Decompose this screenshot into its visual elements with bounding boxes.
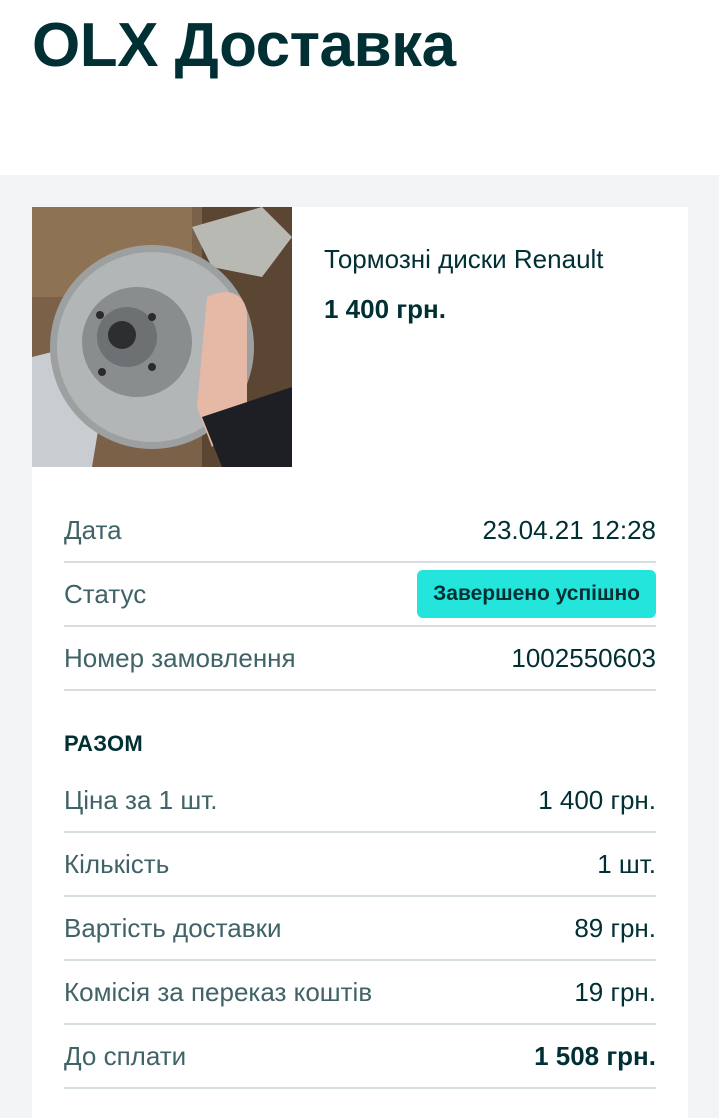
page-header: OLX Доставка	[0, 0, 719, 175]
date-value: 23.04.21 12:28	[482, 514, 657, 545]
unit-price-value: 1 400 грн.	[538, 784, 656, 815]
status-badge: Завершено успішно	[417, 570, 656, 618]
detail-row-date: Дата 23.04.21 12:28	[64, 499, 656, 563]
summary-row-transfer-fee: Комісія за переказ коштів 19 грн.	[64, 961, 656, 1025]
summary-row-unit-price: Ціна за 1 шт. 1 400 грн.	[64, 769, 656, 833]
product-price: 1 400 грн.	[324, 294, 446, 324]
total-label: До сплати	[64, 1040, 187, 1071]
total-value: 1 508 грн.	[534, 1040, 656, 1071]
summary-row-delivery-cost: Вартість доставки 89 грн.	[64, 897, 656, 961]
order-details: Дата 23.04.21 12:28 Статус Завершено усп…	[64, 499, 656, 1089]
status-label: Статус	[64, 578, 147, 609]
detail-row-status: Статус Завершено успішно	[64, 563, 656, 627]
date-label: Дата	[64, 514, 122, 545]
unit-price-label: Ціна за 1 шт.	[64, 784, 218, 815]
delivery-cost-label: Вартість доставки	[64, 912, 282, 943]
transfer-fee-value: 19 грн.	[574, 976, 656, 1007]
order-number-value: 1002550603	[511, 642, 656, 673]
summary-row-total: До сплати 1 508 грн.	[64, 1025, 656, 1089]
detail-row-order-number: Номер замовлення 1002550603	[64, 627, 656, 691]
product-image[interactable]	[32, 207, 292, 467]
quantity-label: Кількість	[64, 848, 170, 879]
summary-row-quantity: Кількість 1 шт.	[64, 833, 656, 897]
product-title[interactable]: Тормозні диски Renault	[324, 243, 604, 275]
order-card: Тормозні диски Renault 1 400 грн. Дата 2…	[32, 207, 688, 1118]
summary-title: РАЗОМ	[64, 731, 144, 756]
page-title: OLX Доставка	[32, 11, 456, 80]
transfer-fee-label: Комісія за переказ коштів	[64, 976, 373, 1007]
order-number-label: Номер замовлення	[64, 642, 296, 673]
quantity-value: 1 шт.	[597, 848, 656, 879]
delivery-cost-value: 89 грн.	[574, 912, 656, 943]
